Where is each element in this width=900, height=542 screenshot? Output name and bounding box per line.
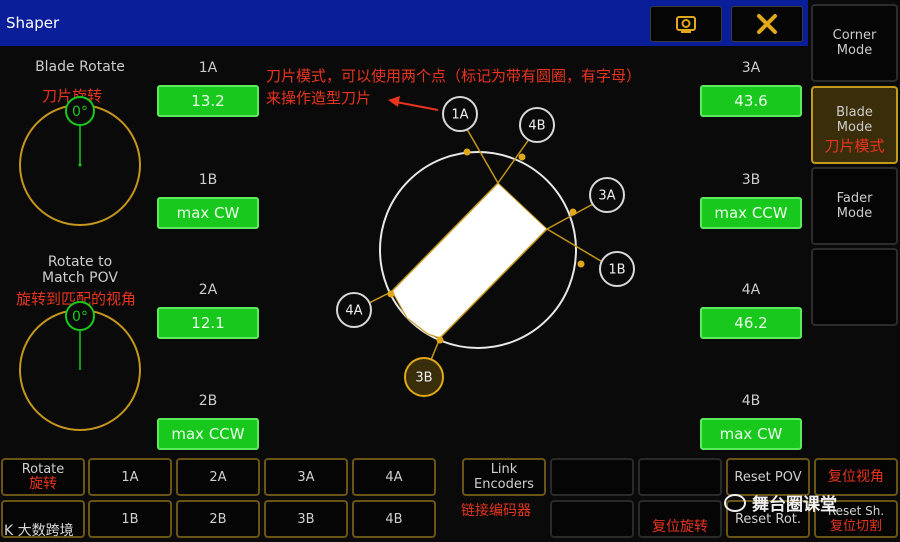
rotate-button[interactable]: Rotate 旋转 <box>1 458 85 496</box>
brand-watermark: 舞台圈课堂 <box>724 490 837 515</box>
select-4b-button[interactable]: 4B <box>352 500 436 538</box>
rotate-button-label: Rotate <box>21 462 65 477</box>
corner-watermark: K 大数跨境 <box>4 523 74 539</box>
select-1a-button[interactable]: 1A <box>88 458 172 496</box>
svg-text:3A: 3A <box>598 189 615 204</box>
select-4a-button[interactable]: 4A <box>352 458 436 496</box>
beam-shape <box>390 182 548 339</box>
blade-mode-annotation-text: 刀片模式，可以使用两个点（标记为带有圆圈，有字母） 来操作造型刀片 <box>266 65 696 109</box>
reset-rot-annotation: 复位旋转 <box>652 519 708 535</box>
link-encoders-annotation: 链接编码器 <box>461 503 531 519</box>
point-4b[interactable]: 4B <box>519 107 555 143</box>
svg-text:4A: 4A <box>345 304 362 319</box>
rotate-button-annotation: 旋转 <box>29 476 57 492</box>
link-encoders-button[interactable]: Link Encoders <box>462 458 546 496</box>
svg-text:1B: 1B <box>608 263 625 278</box>
point-4a[interactable]: 4A <box>336 292 372 328</box>
reset-sh-annotation: 复位切割 <box>829 519 882 534</box>
svg-text:4B: 4B <box>528 119 545 134</box>
wechat-icon <box>724 493 746 512</box>
svg-text:1A: 1A <box>451 108 468 123</box>
point-3a[interactable]: 3A <box>589 177 625 213</box>
point-1b[interactable]: 1B <box>599 251 635 287</box>
annotation-line1: 刀片模式，可以使用两个点（标记为带有圆圈，有字母） <box>266 67 642 85</box>
select-2a-button[interactable]: 2A <box>176 458 260 496</box>
select-3b-button[interactable]: 3B <box>264 500 348 538</box>
select-3a-button[interactable]: 3A <box>264 458 348 496</box>
reset-pov-annotation: 复位视角 <box>828 468 884 485</box>
empty-button-3[interactable] <box>550 500 634 538</box>
svg-text:3B: 3B <box>415 371 432 386</box>
select-2b-button[interactable]: 2B <box>176 500 260 538</box>
select-1b-button[interactable]: 1B <box>88 500 172 538</box>
empty-button-2[interactable] <box>638 458 722 496</box>
brand-watermark-text: 舞台圈课堂 <box>752 495 837 515</box>
empty-button-1[interactable] <box>550 458 634 496</box>
point-3b[interactable]: 3B <box>404 357 444 397</box>
annotation-line2: 来操作造型刀片 <box>266 89 372 107</box>
link-encoders-label: Link Encoders <box>474 462 534 492</box>
